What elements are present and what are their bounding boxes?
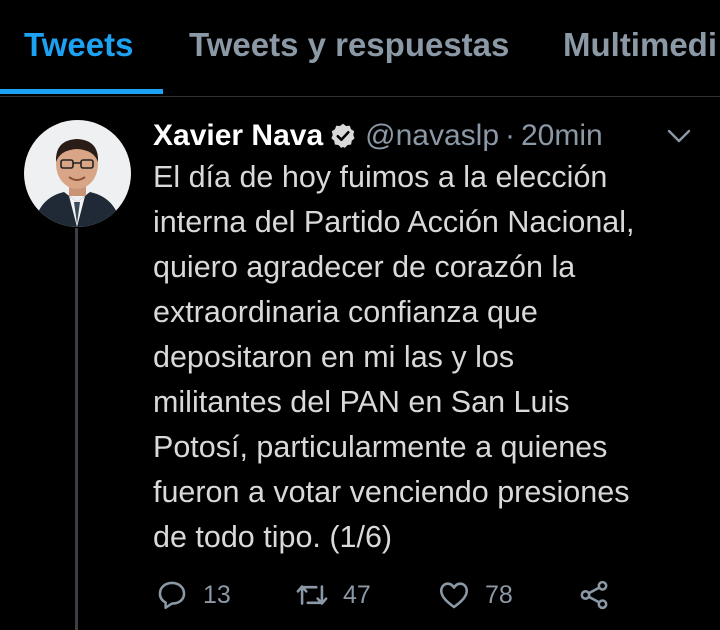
tweet-text-line: de todo tipo. (1/6) (153, 520, 393, 554)
tweet-header: Xavier Nava @navaslp · 20min (153, 116, 603, 156)
author-avatar[interactable] (24, 120, 131, 227)
share-icon (580, 580, 608, 610)
active-tab-indicator (0, 89, 163, 94)
retweet-count: 47 (343, 580, 371, 609)
tweet-text-line: fueron a votar venciendo presiones (153, 475, 630, 509)
chevron-down-icon[interactable] (664, 124, 694, 148)
reply-icon (158, 581, 186, 610)
verified-badge-icon (331, 123, 355, 148)
tab-media[interactable]: Multimedi (563, 26, 717, 64)
tweet-text: El día de hoy fuimos a la elección inter… (153, 155, 713, 560)
heart-icon (439, 582, 469, 609)
tweet-text-line: interna del Partido Acción Nacional, (153, 205, 635, 239)
thread-line (75, 228, 78, 630)
tab-tweets-and-replies[interactable]: Tweets y respuestas (189, 26, 509, 64)
tweet-text-line: militantes del PAN en San Luis (153, 385, 570, 419)
share-button[interactable] (577, 578, 625, 612)
tweet-text-line: extraordinaria confianza que (153, 295, 538, 329)
author-name[interactable]: Xavier Nava (153, 119, 323, 153)
reply-button[interactable]: 13 (155, 578, 231, 612)
reply-count: 13 (203, 580, 231, 609)
like-count: 78 (485, 580, 513, 609)
retweet-icon (296, 585, 328, 605)
tweet-text-line: Potosí, particularmente a quienes (153, 430, 608, 464)
tab-tweets[interactable]: Tweets (24, 26, 133, 64)
tweet-text-line: El día de hoy fuimos a la elección (153, 160, 608, 194)
tweet-text-line: quiero agradecer de corazón la (153, 250, 576, 284)
like-button[interactable]: 78 (437, 578, 513, 612)
meta-separator: · (505, 119, 515, 152)
profile-tabs: Tweets Tweets y respuestas Multimedi (0, 0, 720, 97)
tweet-timestamp[interactable]: 20min (521, 119, 603, 153)
retweet-button[interactable]: 47 (295, 578, 371, 612)
author-handle[interactable]: @navaslp (365, 119, 499, 153)
tweet-text-line: depositaron en mi las y los (153, 340, 515, 374)
